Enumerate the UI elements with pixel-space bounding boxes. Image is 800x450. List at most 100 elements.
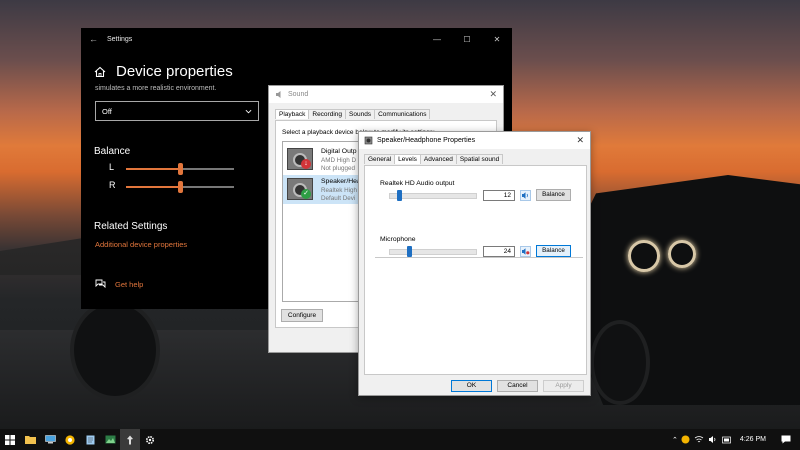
tab-recording[interactable]: Recording (308, 109, 347, 119)
ok-button[interactable]: OK (451, 380, 492, 392)
windows-logo-icon (5, 434, 15, 445)
tab-general[interactable]: General (364, 154, 396, 164)
taskbar-active-app[interactable] (120, 429, 140, 450)
spatial-sound-dropdown[interactable]: Off (95, 101, 259, 121)
sound-close-icon[interactable]: ✕ (489, 89, 497, 100)
right-slider-fill (126, 186, 180, 188)
properties-close-icon[interactable]: ✕ (576, 135, 584, 146)
related-settings-heading: Related Settings (94, 221, 168, 232)
left-slider-fill (126, 168, 180, 170)
section-divider (375, 257, 583, 258)
notification-icon[interactable] (781, 435, 791, 444)
device-status: Default Devi (321, 195, 356, 202)
taskbar-notepad[interactable] (80, 429, 100, 450)
start-button[interactable] (0, 429, 20, 450)
default-check-badge-icon: ✓ (301, 189, 311, 199)
page-subtitle: simulates a more realistic environment. (95, 85, 217, 92)
microphone-slider-thumb[interactable] (407, 246, 412, 257)
chevron-down-icon (245, 109, 252, 113)
not-plugged-badge-icon: ↓ (301, 159, 311, 169)
tab-communications[interactable]: Communications (374, 109, 431, 119)
folder-icon (24, 436, 36, 444)
network-icon[interactable] (694, 435, 704, 444)
device-name: Digital Outp (321, 148, 357, 155)
device-driver: Realtek High (321, 187, 358, 194)
cancel-button[interactable]: Cancel (497, 380, 538, 392)
emoji-icon[interactable] (681, 435, 690, 444)
properties-tabs: General Levels Advanced Spatial sound (364, 154, 504, 164)
computer-icon (44, 435, 56, 444)
left-channel-label: L (109, 162, 115, 172)
microphone-level-slider[interactable] (389, 246, 477, 257)
system-tray: ⌃ 4:26 PM (669, 435, 800, 444)
car-wheel (70, 300, 160, 400)
left-balance-slider[interactable] (126, 163, 234, 175)
microphone-balance-button[interactable]: Balance (536, 245, 571, 257)
pin-icon (127, 435, 133, 444)
configure-button[interactable]: Configure (281, 309, 323, 322)
sound-tabs: Playback Recording Sounds Communications (275, 109, 431, 119)
sound-dialog-title: Sound (288, 91, 309, 98)
chevron-up-icon[interactable]: ⌃ (672, 436, 678, 444)
dropdown-value: Off (102, 106, 112, 116)
close-button[interactable]: ✕ (482, 35, 512, 44)
properties-dialog-title: Speaker/Headphone Properties (377, 137, 476, 144)
sound-titlebar: Sound ✕ (269, 86, 503, 103)
taskbar-photos[interactable] (100, 429, 120, 450)
left-slider-thumb[interactable] (178, 163, 183, 175)
apply-button[interactable]: Apply (543, 380, 584, 392)
levels-panel: Realtek HD Audio output 12 Balance Micro… (364, 165, 587, 375)
taskbar-this-pc[interactable] (40, 429, 60, 450)
gear-icon (145, 435, 155, 444)
microphone-level-value[interactable]: 24 (483, 246, 515, 257)
tab-sounds[interactable]: Sounds (345, 109, 376, 119)
properties-titlebar: Speaker/Headphone Properties ✕ (359, 132, 590, 149)
home-icon (94, 66, 106, 77)
speaker-icon (276, 91, 281, 98)
tab-playback[interactable]: Playback (275, 109, 310, 119)
output-level-label: Realtek HD Audio output (380, 180, 455, 187)
clock[interactable]: 4:26 PM (740, 436, 766, 443)
output-balance-button[interactable]: Balance (536, 189, 571, 201)
microphone-mute-button[interactable] (520, 246, 531, 257)
speaker-volume-icon (522, 192, 528, 199)
additional-device-properties-link[interactable]: Additional device properties (95, 240, 187, 249)
taskbar: ⌃ 4:26 PM (0, 429, 800, 450)
photos-icon (105, 435, 115, 444)
maximize-button[interactable]: ☐ (452, 35, 482, 44)
get-help-label: Get help (115, 279, 144, 289)
tab-spatial-sound[interactable]: Spatial sound (455, 154, 504, 164)
tab-advanced[interactable]: Advanced (419, 154, 457, 164)
help-chat-icon (95, 279, 106, 289)
volume-icon[interactable] (708, 435, 718, 444)
output-slider-thumb[interactable] (397, 190, 402, 201)
settings-titlebar: ← Settings — ☐ ✕ (81, 28, 512, 50)
tab-levels[interactable]: Levels (394, 154, 421, 164)
speaker-icon (364, 136, 373, 145)
battery-icon[interactable] (722, 436, 732, 444)
right-slider-thumb[interactable] (178, 181, 183, 193)
back-arrow-icon[interactable]: ← (89, 34, 107, 44)
output-level-slider[interactable] (389, 190, 477, 201)
settings-window-title: Settings (107, 35, 133, 43)
device-status: Not plugged (321, 165, 355, 172)
taskbar-file-explorer[interactable] (20, 429, 40, 450)
taskbar-settings[interactable] (140, 429, 160, 450)
device-driver: AMD High D (321, 157, 356, 164)
output-level-value[interactable]: 12 (483, 190, 515, 201)
minimize-button[interactable]: — (422, 35, 452, 44)
taskbar-chrome[interactable] (60, 429, 80, 450)
speaker-muted-icon (522, 248, 530, 255)
car-headlight-left (628, 240, 660, 272)
right-balance-slider[interactable] (126, 181, 234, 193)
output-mute-button[interactable] (520, 190, 531, 201)
get-help-link[interactable]: Get help (95, 279, 143, 289)
microphone-level-label: Microphone (380, 236, 416, 243)
balance-heading: Balance (94, 146, 131, 157)
right-channel-label: R (109, 180, 116, 190)
car-headlight-right (668, 240, 696, 268)
page-header: Device properties (94, 63, 233, 80)
device-name: Speaker/Hea (321, 178, 361, 185)
properties-dialog: Speaker/Headphone Properties ✕ General L… (358, 131, 591, 396)
car-wheel (590, 320, 650, 405)
